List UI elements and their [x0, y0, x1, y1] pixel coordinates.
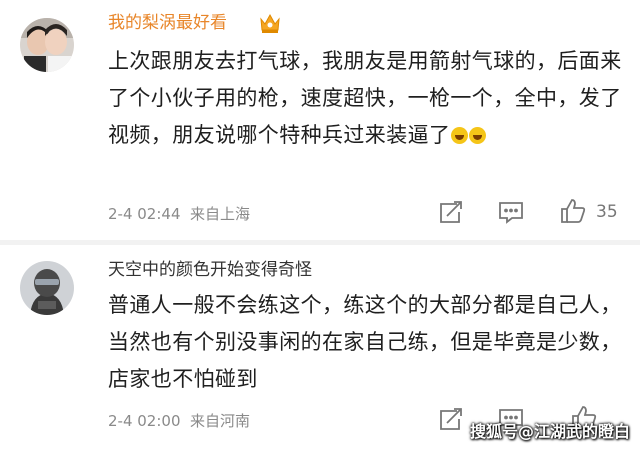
avatar[interactable]: [20, 261, 74, 315]
like-icon[interactable]: [559, 197, 587, 223]
share-icon[interactable]: [437, 406, 465, 432]
watermark: 搜狐号@江湖武的瞪白: [469, 422, 630, 441]
timestamp: 2-4 02:44: [108, 205, 181, 223]
comment-text: 普通人一般不会练这个，练这个的大部分都是自己人，当然也有个别没事闲的在家自己练，…: [108, 293, 622, 391]
username[interactable]: 我的梨涡最好看: [108, 12, 227, 34]
comment-text: 上次跟朋友去打气球，我朋友是用箭射气球的，后面来了个小伙子用的枪，速度超快，一枪…: [108, 43, 628, 154]
location: 来自上海: [190, 205, 251, 223]
laugh-cry-icon: [451, 127, 469, 144]
comment-item: 我的梨涡最好看 上次跟朋友去打气球，我朋友是用箭射气球的，后面来了个小伙子用的枪…: [0, 0, 640, 240]
comment-icon[interactable]: [497, 199, 525, 225]
comment-text-body: 上次跟朋友去打气球，我朋友是用箭射气球的，后面来了个小伙子用的枪，速度超快，一枪…: [108, 49, 622, 147]
laugh-cry-icon: [469, 127, 487, 144]
vip-crown-icon: [258, 12, 282, 34]
avatar[interactable]: [20, 18, 74, 72]
share-icon[interactable]: [437, 199, 465, 225]
username[interactable]: 天空中的颜色开始变得奇怪: [108, 259, 312, 281]
like-count: 35: [596, 202, 618, 222]
comment-meta: 2-4 02:00 来自河南: [108, 410, 250, 431]
location: 来自河南: [190, 412, 251, 430]
timestamp: 2-4 02:00: [108, 412, 181, 430]
comment-meta: 2-4 02:44 来自上海: [108, 203, 250, 224]
